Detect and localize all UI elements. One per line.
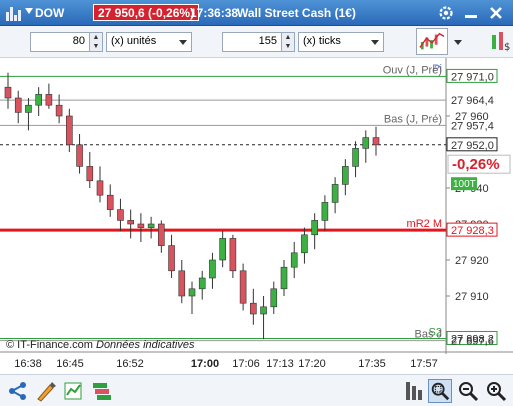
time-axis: 16:38 16:45 16:52 17:00 17:06 17:13 17:20 17:35… — [14, 358, 438, 370]
zoom-in-icon[interactable] — [484, 379, 508, 403]
candle-body — [86, 166, 94, 182]
candle-body — [66, 115, 73, 146]
candle-body — [158, 223, 165, 246]
price-badge: 27 950,6 (-0,26%) — [93, 4, 200, 21]
candle-body — [209, 259, 216, 279]
x-tick-label: 16:38 — [14, 358, 42, 370]
note-indicative: Données indicatives — [96, 339, 195, 351]
draw-icon[interactable] — [34, 379, 58, 403]
candle-body — [76, 144, 83, 167]
candle-body — [321, 202, 329, 221]
chart-type-icon[interactable] — [416, 28, 448, 55]
candle-body — [372, 137, 380, 146]
x-tick-label: 16:45 — [56, 358, 84, 370]
candle-body — [117, 209, 124, 221]
toolbar: 80 ▲ ▼ (x) unités 155 ▲ ▼ (x) ticks $ — [0, 26, 513, 58]
x-tick-label: 17:13 — [266, 358, 294, 370]
candle-body — [239, 270, 247, 304]
candle-body — [14, 97, 22, 113]
ticks-select-label: (x) ticks — [303, 35, 341, 47]
chart-type-dropdown[interactable] — [451, 32, 465, 52]
candle-body — [188, 288, 196, 297]
units-stepper[interactable]: ▲ ▼ — [89, 32, 103, 52]
title-bar: DOW 27 950,6 (-0,26%) 17:36:38 Wall Stre… — [0, 0, 513, 26]
minimize-icon[interactable] — [462, 4, 480, 22]
volume-badge: 100T — [453, 179, 476, 190]
level-value: 27 964,4 — [451, 95, 494, 107]
candle-body — [55, 104, 63, 117]
y-tick-label: 27 920 — [455, 255, 489, 267]
ticks-select[interactable]: (x) ticks — [298, 32, 384, 52]
level-label: mR2 M — [407, 218, 442, 230]
x-tick-label: 16:52 — [116, 358, 144, 370]
zoom-out-icon[interactable] — [456, 379, 480, 403]
candle-body — [4, 86, 12, 99]
level-value: 27 957,4 — [451, 120, 494, 132]
candle-body — [137, 223, 145, 228]
x-tick-label: 17:57 — [410, 358, 438, 370]
y-tick-label: 27 910 — [455, 291, 489, 303]
level-label: Bas (J, Pré) — [384, 113, 442, 125]
candle-body — [106, 194, 114, 210]
change-badge: -0,26% — [452, 156, 500, 173]
zoom-reset-icon[interactable] — [428, 379, 452, 403]
ticks-stepper[interactable]: ▲ ▼ — [281, 32, 295, 52]
time-label: 17:36:38 — [190, 6, 239, 20]
candle-body — [260, 306, 267, 315]
level-label: Bas J — [414, 329, 442, 341]
gear-icon[interactable] — [437, 4, 455, 22]
level-value: 27 952,0 — [451, 140, 494, 152]
x-tick-label: 17:06 — [232, 358, 260, 370]
level-value: 27 897,6 — [451, 336, 494, 348]
candle-body — [352, 148, 359, 167]
indicators-icon[interactable] — [62, 379, 86, 403]
bottom-toolbar — [0, 374, 513, 406]
candle-body — [219, 238, 226, 261]
layers-icon[interactable] — [90, 379, 114, 403]
close-icon[interactable] — [487, 4, 505, 22]
candle-body — [250, 302, 257, 315]
candle-body — [96, 180, 104, 196]
compare-icon[interactable] — [402, 379, 426, 403]
candle-body — [168, 245, 175, 272]
candle-body — [198, 277, 206, 290]
level-value: 27 971,0 — [451, 71, 494, 83]
candle-body — [362, 137, 370, 149]
units-quantity-input[interactable]: 80 — [30, 32, 90, 52]
price-chart[interactable]: 27 96027 94027 93027 92027 910Pi27 971,4… — [0, 58, 513, 372]
candle-body — [35, 94, 42, 106]
candle-body — [25, 104, 32, 113]
candle-body — [301, 234, 308, 254]
level-label: Ouv (J, Pré) — [383, 64, 442, 76]
level-value: 27 928,3 — [451, 225, 494, 237]
units-select[interactable]: (x) unités — [106, 32, 192, 52]
x-tick-label: 17:00 — [191, 358, 219, 370]
candle-body — [331, 184, 339, 203]
copyright: © IT-Finance.com — [6, 339, 93, 351]
units-select-label: (x) unités — [111, 35, 157, 47]
symbol-label[interactable]: DOW — [35, 6, 64, 20]
candle-body — [147, 223, 155, 228]
candle-body — [229, 238, 237, 272]
svg-text:$: $ — [504, 42, 510, 53]
bar-chart-icon[interactable] — [6, 4, 22, 21]
chevron-down-icon[interactable] — [25, 8, 33, 14]
candle-body — [342, 166, 349, 185]
candle-body — [280, 266, 288, 290]
ticks-quantity-input[interactable]: 155 — [222, 32, 282, 52]
share-icon[interactable] — [6, 379, 30, 403]
x-tick-label: 17:35 — [358, 358, 386, 370]
candle-body — [178, 270, 186, 297]
chart-canvas[interactable]: 27 96027 94027 93027 92027 910Pi27 971,4… — [0, 58, 513, 354]
candle-body — [311, 220, 318, 236]
candle-body — [270, 288, 278, 308]
candle-body — [290, 252, 298, 268]
chart-settings-icon[interactable]: $ — [489, 29, 511, 55]
x-tick-label: 17:20 — [298, 358, 326, 370]
candle-body — [127, 220, 134, 225]
candle-body — [45, 94, 53, 106]
instrument-name: Wall Street Cash (1€) — [237, 6, 356, 20]
